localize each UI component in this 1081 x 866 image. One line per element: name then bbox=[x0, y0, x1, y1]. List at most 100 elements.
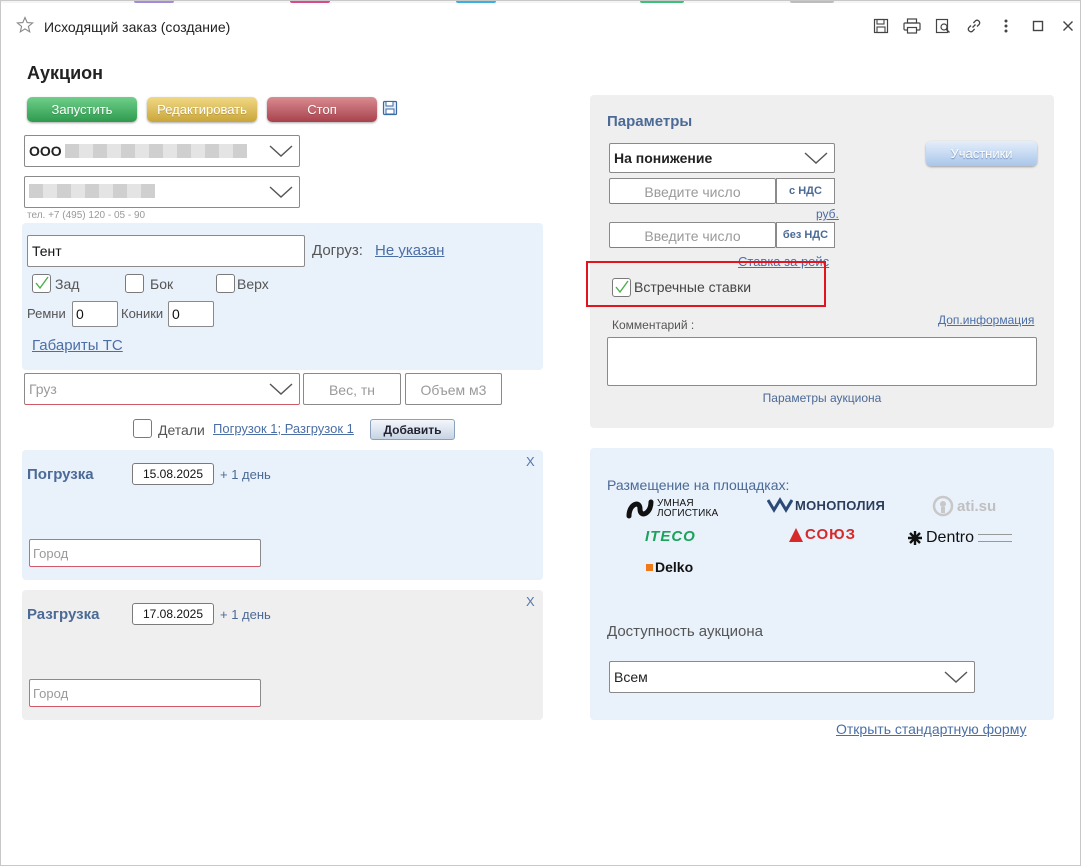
edit-button[interactable]: Редактировать bbox=[147, 97, 257, 122]
loading-side-label: Бок bbox=[150, 276, 174, 292]
add-stop-button[interactable]: Добавить bbox=[370, 419, 455, 440]
chevron-down-icon bbox=[269, 383, 293, 395]
company-prefix: ООО bbox=[29, 143, 62, 159]
availability-select[interactable]: Всем bbox=[609, 661, 975, 693]
details-checkbox[interactable] bbox=[133, 419, 152, 438]
more-icon[interactable] bbox=[996, 16, 1016, 36]
soyuz-logo[interactable]: СОЮЗ bbox=[788, 526, 856, 543]
loading-city-input[interactable]: Город bbox=[29, 539, 261, 567]
monopoliya-name: МОНОПОЛИЯ bbox=[795, 497, 886, 513]
loading-side-checkbox[interactable] bbox=[125, 274, 144, 293]
iteco-logo[interactable]: ITECO bbox=[645, 528, 696, 545]
price-with-vat-input[interactable]: Введите число bbox=[609, 178, 776, 204]
loading-title: Погрузка bbox=[27, 466, 94, 483]
print-icon[interactable] bbox=[902, 16, 922, 36]
maximize-icon[interactable] bbox=[1028, 16, 1048, 36]
extra-load-link[interactable]: Не указан bbox=[375, 242, 444, 259]
unloading-offset: + 1 день bbox=[220, 607, 271, 622]
details-label: Детали bbox=[158, 422, 205, 438]
comment-label: Комментарий : bbox=[612, 318, 695, 332]
extra-load-label: Догруз: bbox=[312, 242, 363, 259]
dentro-tagline bbox=[978, 534, 1013, 542]
ati-name: ati.su bbox=[957, 497, 997, 515]
vehicle-dimensions-link[interactable]: Габариты ТС bbox=[32, 337, 123, 354]
title-bar: Исходящий заказ (создание) bbox=[0, 3, 1081, 45]
loading-city-placeholder: Город bbox=[33, 546, 69, 561]
soyuz-icon bbox=[789, 527, 803, 542]
price-without-vat-placeholder: Введите число bbox=[644, 228, 741, 244]
unloading-remove-button[interactable]: X bbox=[526, 594, 535, 609]
price-without-vat-input[interactable]: Введите число bbox=[609, 222, 776, 248]
preview-icon[interactable] bbox=[933, 16, 953, 36]
stop-button[interactable]: Стоп bbox=[267, 97, 377, 122]
close-icon[interactable] bbox=[1058, 16, 1078, 36]
umnaya-logistika-name: УМНАЯ ЛОГИСТИКА bbox=[657, 498, 719, 519]
chevron-down-icon bbox=[804, 152, 828, 164]
monopoliya-logo[interactable]: МОНОПОЛИЯ bbox=[767, 497, 885, 513]
soyuz-name: СОЮЗ bbox=[805, 526, 856, 543]
iteco-name: ITECO bbox=[645, 528, 696, 545]
umnaya-logistika-logo[interactable]: УМНАЯ ЛОГИСТИКА bbox=[626, 496, 733, 522]
highlight-box bbox=[586, 261, 826, 307]
weight-input[interactable]: Вес, тн bbox=[303, 373, 401, 405]
cargo-select[interactable]: Груз bbox=[24, 373, 300, 405]
loading-date-field[interactable]: 15.08.2025 bbox=[132, 463, 214, 485]
chevron-down-icon bbox=[269, 186, 293, 198]
body-type-value: Тент bbox=[32, 243, 62, 259]
window-title: Исходящий заказ (создание) bbox=[44, 19, 231, 35]
ati-logo[interactable]: ati.su bbox=[932, 495, 996, 517]
chevron-down-icon bbox=[944, 671, 968, 683]
umnaya-logistika-icon bbox=[626, 499, 654, 519]
straps-value: 0 bbox=[76, 306, 84, 322]
placement-title: Размещение на площадках: bbox=[607, 477, 790, 493]
without-vat-button[interactable]: без НДС bbox=[776, 222, 835, 248]
cargo-placeholder: Груз bbox=[29, 381, 57, 397]
cones-value: 0 bbox=[172, 306, 180, 322]
cones-input[interactable]: 0 bbox=[168, 301, 214, 327]
loading-rear-label: Зад bbox=[55, 276, 80, 292]
price-with-vat-placeholder: Введите число bbox=[644, 184, 741, 200]
open-standard-form-link[interactable]: Открыть стандартную форму bbox=[836, 721, 1026, 737]
volume-placeholder: Объем м3 bbox=[420, 382, 487, 398]
weight-placeholder: Вес, тн bbox=[328, 382, 376, 398]
checkmark-icon bbox=[35, 276, 49, 290]
comment-textarea[interactable] bbox=[607, 337, 1037, 386]
straps-input[interactable]: 0 bbox=[72, 301, 118, 327]
delko-name: Delko bbox=[655, 559, 694, 575]
cones-label: Коники bbox=[121, 306, 164, 321]
loading-top-checkbox[interactable] bbox=[216, 274, 235, 293]
unloading-date-field[interactable]: 17.08.2025 bbox=[132, 603, 214, 625]
loading-offset: + 1 день bbox=[220, 467, 271, 482]
extra-info-link[interactable]: Доп.информация bbox=[938, 313, 1034, 327]
dentro-icon bbox=[908, 531, 922, 545]
currency-link[interactable]: руб. bbox=[816, 207, 839, 221]
contact-phone: тел. +7 (495) 120 - 05 - 90 bbox=[27, 210, 146, 221]
stops-summary-link[interactable]: Погрузок 1; Разгрузок 1 bbox=[213, 421, 354, 436]
unloading-city-input[interactable]: Город bbox=[29, 679, 261, 707]
star-icon[interactable] bbox=[16, 16, 34, 34]
auction-mode-value: На понижение bbox=[614, 150, 713, 166]
availability-value: Всем bbox=[614, 669, 648, 685]
save-icon[interactable] bbox=[871, 16, 891, 36]
straps-label: Ремни bbox=[27, 306, 66, 321]
start-button[interactable]: Запустить bbox=[27, 97, 137, 122]
loading-remove-button[interactable]: X bbox=[526, 454, 535, 469]
save-draft-icon[interactable] bbox=[382, 100, 398, 116]
chevron-down-icon bbox=[269, 145, 293, 157]
body-type-field[interactable]: Тент bbox=[27, 235, 305, 267]
loading-rear-checkbox[interactable] bbox=[32, 274, 51, 293]
volume-input[interactable]: Объем м3 bbox=[405, 373, 502, 405]
auction-mode-select[interactable]: На понижение bbox=[609, 143, 835, 173]
delko-logo[interactable]: Delko bbox=[646, 559, 693, 575]
page-title: Аукцион bbox=[27, 63, 104, 83]
company-select[interactable]: ООО bbox=[24, 135, 300, 167]
link-icon[interactable] bbox=[964, 16, 984, 36]
dentro-logo[interactable]: Dentro bbox=[907, 529, 1013, 547]
participants-button[interactable]: Участники bbox=[926, 141, 1037, 166]
unloading-title: Разгрузка bbox=[27, 606, 100, 623]
with-vat-button[interactable]: с НДС bbox=[776, 178, 835, 204]
parameters-title: Параметры bbox=[607, 113, 693, 130]
availability-title: Доступность аукциона bbox=[607, 623, 763, 640]
contact-select[interactable] bbox=[24, 176, 300, 208]
redacted-contact-name bbox=[29, 184, 155, 198]
